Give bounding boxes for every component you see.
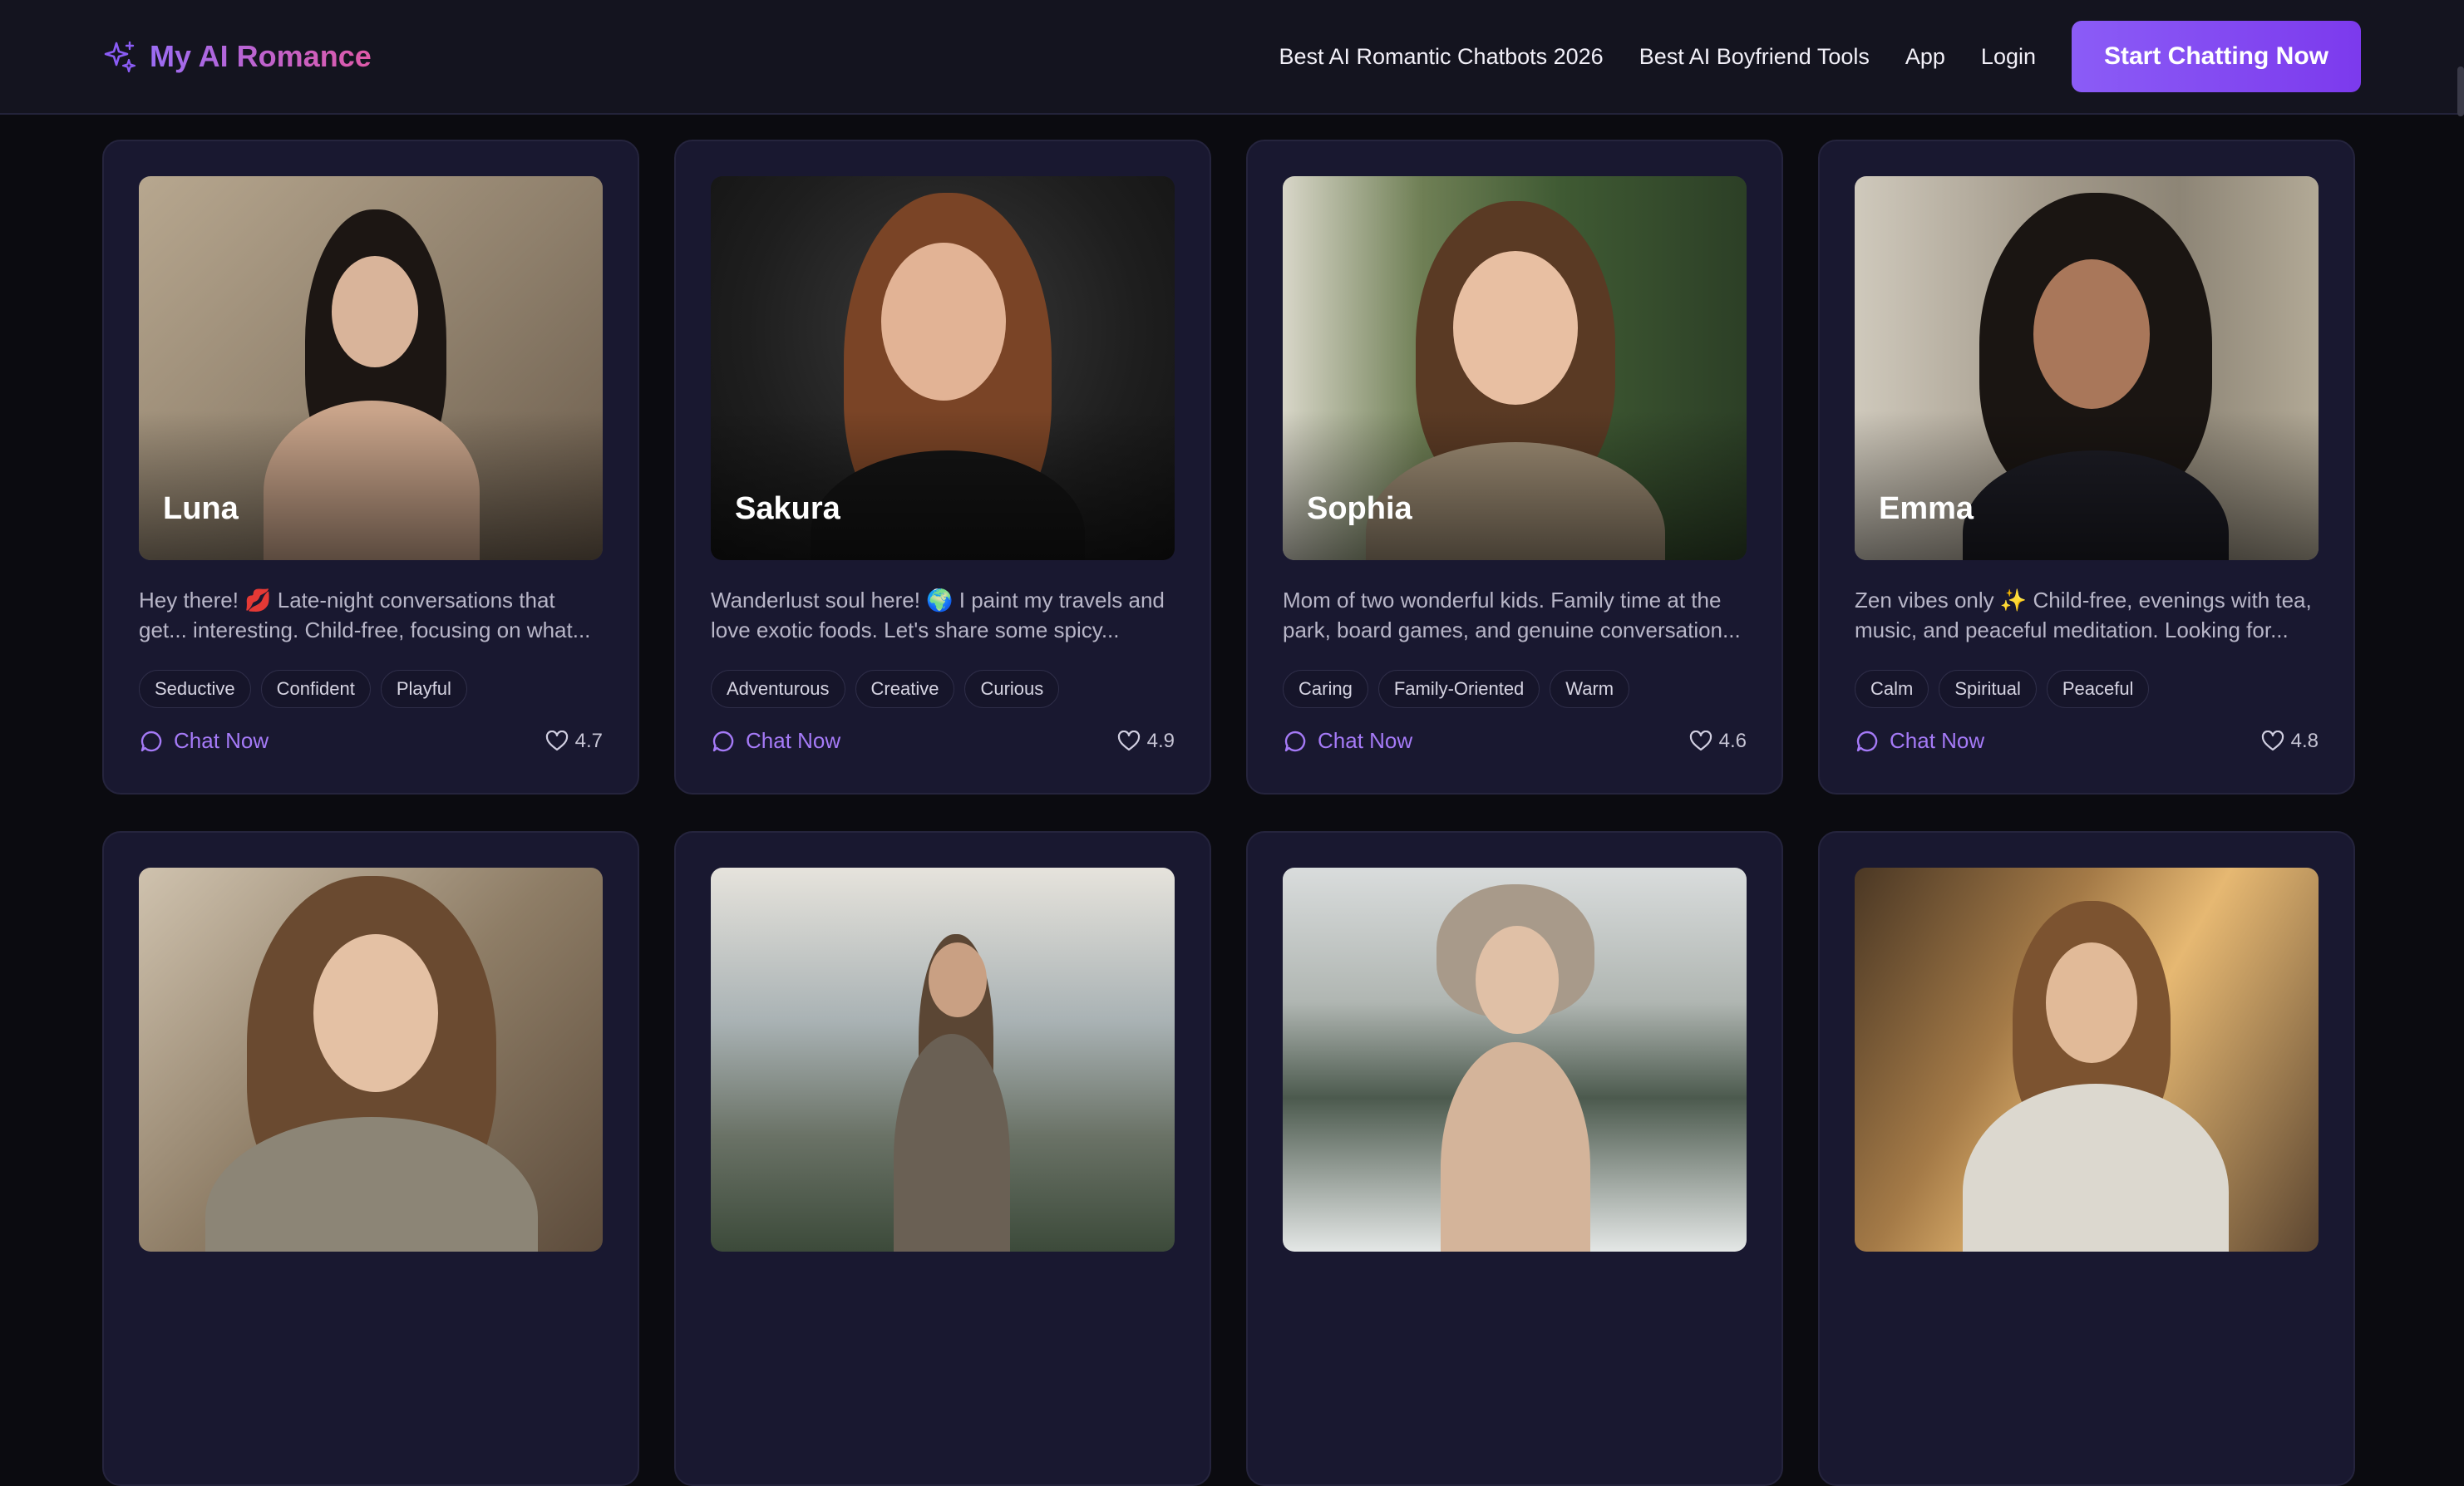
companion-card[interactable] bbox=[1818, 831, 2355, 1486]
scrollbar-thumb[interactable] bbox=[2457, 66, 2464, 116]
trait-tag: Warm bbox=[1550, 670, 1630, 708]
main-nav: Best AI Romantic Chatbots 2026 Best AI B… bbox=[1279, 21, 2361, 92]
companion-photo[interactable]: Sakura bbox=[711, 176, 1175, 560]
companion-card-sakura[interactable]: Sakura Wanderlust soul here! 🌍 I paint m… bbox=[674, 140, 1211, 795]
rating-value: 4.6 bbox=[1718, 729, 1747, 752]
top-navigation-bar: My AI Romance Best AI Romantic Chatbots … bbox=[0, 0, 2464, 115]
sparkles-icon bbox=[103, 40, 136, 73]
rating: 4.7 bbox=[545, 730, 603, 753]
companion-photo[interactable]: Sophia bbox=[1283, 176, 1747, 560]
trait-tag: Family-Oriented bbox=[1377, 670, 1540, 708]
nav-link-login[interactable]: Login bbox=[1981, 44, 2036, 70]
trait-tag: Peaceful bbox=[2046, 670, 2150, 708]
chat-now-button[interactable]: Chat Now bbox=[1283, 728, 1412, 754]
trait-tag: Caring bbox=[1283, 670, 1368, 708]
heart-icon bbox=[1689, 730, 1712, 752]
nav-link-app[interactable]: App bbox=[1905, 44, 1945, 70]
trait-tag: Calm bbox=[1855, 670, 1929, 708]
nav-link-best-boyfriend-tools[interactable]: Best AI Boyfriend Tools bbox=[1639, 44, 1870, 70]
companion-name: Emma bbox=[1879, 491, 1974, 526]
companion-name: Luna bbox=[163, 491, 239, 526]
trait-tag: Curious bbox=[964, 670, 1060, 708]
heart-icon bbox=[2261, 730, 2284, 752]
chat-now-button[interactable]: Chat Now bbox=[1855, 728, 1984, 754]
site-logo[interactable]: My AI Romance bbox=[103, 39, 372, 74]
companion-description: Zen vibes only ✨ Child-free, evenings wi… bbox=[1855, 588, 2312, 642]
trait-tag: Creative bbox=[855, 670, 955, 708]
heart-icon bbox=[545, 730, 569, 752]
heart-icon bbox=[1117, 730, 1141, 752]
companion-card-sophia[interactable]: Sophia Mom of two wonderful kids. Family… bbox=[1246, 140, 1783, 795]
companion-photo[interactable] bbox=[1855, 868, 2319, 1252]
start-chatting-button[interactable]: Start Chatting Now bbox=[2072, 21, 2361, 92]
companion-grid: Luna Hey there! 💋 Late-night conversatio… bbox=[102, 140, 2355, 1486]
companion-photo[interactable] bbox=[139, 868, 603, 1252]
trait-tag: Adventurous bbox=[711, 670, 845, 708]
chat-now-button[interactable]: Chat Now bbox=[139, 728, 269, 754]
rating-value: 4.9 bbox=[1146, 729, 1175, 752]
chat-now-button[interactable]: Chat Now bbox=[711, 728, 840, 754]
chat-bubble-icon bbox=[711, 729, 736, 754]
chat-bubble-icon bbox=[139, 729, 164, 754]
trait-tags: Seductive Confident Playful bbox=[139, 670, 603, 708]
companion-photo[interactable] bbox=[711, 868, 1175, 1252]
companion-photo[interactable] bbox=[1283, 868, 1747, 1252]
companion-card-emma[interactable]: Emma Zen vibes only ✨ Child-free, evenin… bbox=[1818, 140, 2355, 795]
companion-name: Sophia bbox=[1307, 491, 1412, 526]
rating: 4.9 bbox=[1117, 730, 1175, 753]
chat-bubble-icon bbox=[1855, 729, 1880, 754]
trait-tag: Seductive bbox=[139, 670, 251, 708]
card-footer: Chat Now 4.8 bbox=[1855, 728, 2319, 754]
trait-tags: Adventurous Creative Curious bbox=[711, 670, 1175, 708]
chat-bubble-icon bbox=[1283, 729, 1308, 754]
trait-tag: Confident bbox=[260, 670, 371, 708]
rating: 4.6 bbox=[1689, 730, 1747, 753]
companion-description: Wanderlust soul here! 🌍 I paint my trave… bbox=[711, 588, 1165, 642]
trait-tags: Caring Family-Oriented Warm bbox=[1283, 670, 1747, 708]
logo-text: My AI Romance bbox=[150, 39, 372, 73]
card-footer: Chat Now 4.9 bbox=[711, 728, 1175, 754]
companion-photo[interactable]: Luna bbox=[139, 176, 603, 560]
chat-now-label: Chat Now bbox=[746, 728, 841, 753]
rating: 4.8 bbox=[2261, 730, 2319, 753]
companion-card[interactable] bbox=[1246, 831, 1783, 1486]
card-footer: Chat Now 4.7 bbox=[139, 728, 603, 754]
companion-name: Sakura bbox=[735, 491, 840, 526]
companion-description: Mom of two wonderful kids. Family time a… bbox=[1283, 588, 1741, 642]
companion-card[interactable] bbox=[102, 831, 639, 1486]
chat-now-label: Chat Now bbox=[1318, 728, 1413, 753]
trait-tag: Playful bbox=[380, 670, 467, 708]
chat-now-label: Chat Now bbox=[174, 728, 269, 753]
nav-link-best-romantic-chatbots[interactable]: Best AI Romantic Chatbots 2026 bbox=[1279, 44, 1603, 70]
trait-tag: Spiritual bbox=[1939, 670, 2037, 708]
companion-description: Hey there! 💋 Late-night conversations th… bbox=[139, 588, 591, 642]
companion-photo[interactable]: Emma bbox=[1855, 176, 2319, 560]
companion-card[interactable] bbox=[674, 831, 1211, 1486]
chat-now-label: Chat Now bbox=[1890, 728, 1985, 753]
rating-value: 4.8 bbox=[2290, 729, 2319, 752]
card-footer: Chat Now 4.6 bbox=[1283, 728, 1747, 754]
companion-card-luna[interactable]: Luna Hey there! 💋 Late-night conversatio… bbox=[102, 140, 639, 795]
rating-value: 4.7 bbox=[574, 729, 603, 752]
trait-tags: Calm Spiritual Peaceful bbox=[1855, 670, 2319, 708]
